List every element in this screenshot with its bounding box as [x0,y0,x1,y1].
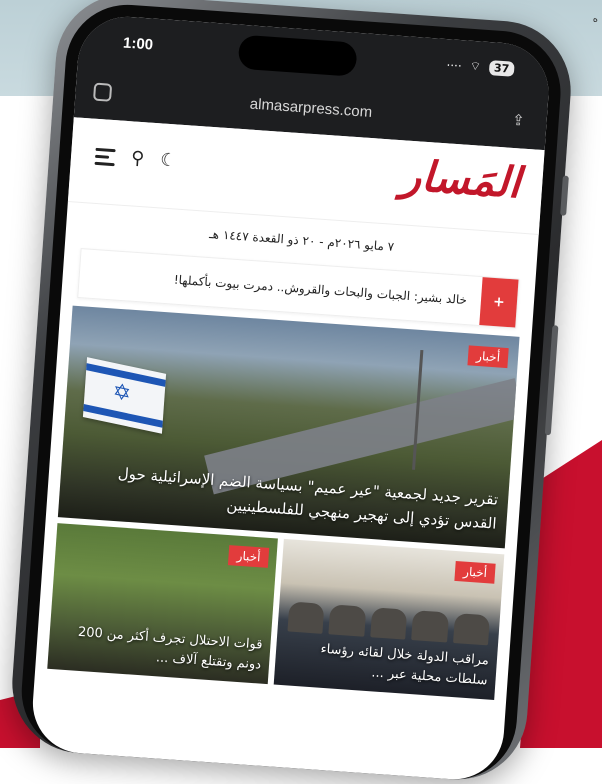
news-card[interactable]: أخبار مراقب الدولة خلال لقائه رؤساء سلطا… [273,538,505,700]
secondary-cards: أخبار قوات الاحتلال تجرف أكثر من 200 دون… [47,523,505,700]
site-logo[interactable]: المَسار [400,150,522,207]
signal-icon: ···· [446,57,463,73]
wifi-icon: ⌔ [469,58,482,74]
dynamic-island [237,34,358,77]
url-text[interactable]: almasarpress.com [249,95,372,121]
phone-mockup: 1:00 ···· ⌔ 37 almasarpress.com ⇪ ⚲ ☾ ال… [7,0,576,784]
header-icons: ⚲ ☾ [94,147,177,171]
status-right-group: ···· ⌔ 37 [446,57,515,77]
search-icon[interactable]: ⚲ [130,147,145,169]
share-icon[interactable]: ⇪ [511,111,525,130]
status-time: 1:00 [122,34,154,54]
moon-icon[interactable]: ☾ [159,149,177,171]
card-title[interactable]: قوات الاحتلال تجرف أكثر من 200 دونم وتقت… [56,621,263,675]
reader-icon[interactable] [92,82,113,102]
ticker-badge: + [479,277,519,328]
battery-indicator: 37 [488,60,515,77]
news-card[interactable]: أخبار قوات الاحتلال تجرف أكثر من 200 دون… [47,523,278,685]
flag-image: ✡ [82,357,167,434]
phone-screen: 1:00 ···· ⌔ 37 almasarpress.com ⇪ ⚲ ☾ ال… [29,13,552,783]
lead-category-tag[interactable]: أخبار [467,345,509,369]
menu-icon[interactable] [94,147,116,166]
card-title[interactable]: مراقب الدولة خلال لقائه رؤساء سلطات محلي… [282,637,489,691]
card-category-tag[interactable]: أخبار [454,560,496,584]
card-category-tag[interactable]: أخبار [228,545,270,568]
lead-article[interactable]: ✡ أخبار تقرير جديد لجمعية "عير عميم" بسي… [57,305,520,549]
